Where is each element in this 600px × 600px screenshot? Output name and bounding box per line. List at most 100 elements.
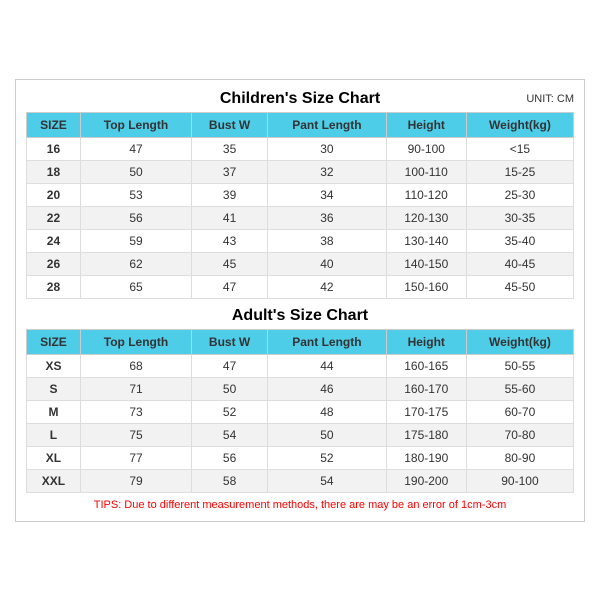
- table-cell: 71: [80, 377, 191, 400]
- table-cell: 43: [192, 229, 268, 252]
- children-col-weight: Weight(kg): [466, 112, 573, 137]
- table-cell: 53: [80, 183, 191, 206]
- table-cell: 24: [27, 229, 81, 252]
- table-cell: 52: [268, 446, 386, 469]
- tips-text: TIPS: Due to different measurement metho…: [26, 499, 574, 511]
- adult-thead: SIZE Top Length Bust W Pant Length Heigh…: [27, 329, 574, 354]
- table-cell: 60-70: [466, 400, 573, 423]
- table-row: XS684744160-16550-55: [27, 354, 574, 377]
- adult-col-weight: Weight(kg): [466, 329, 573, 354]
- table-cell: 56: [80, 206, 191, 229]
- table-cell: M: [27, 400, 81, 423]
- table-cell: 40-45: [466, 252, 573, 275]
- table-cell: <15: [466, 137, 573, 160]
- table-row: L755450175-18070-80: [27, 423, 574, 446]
- table-row: S715046160-17055-60: [27, 377, 574, 400]
- table-cell: 50: [268, 423, 386, 446]
- table-cell: 160-170: [386, 377, 466, 400]
- table-row: XL775652180-19080-90: [27, 446, 574, 469]
- table-cell: L: [27, 423, 81, 446]
- table-cell: 77: [80, 446, 191, 469]
- table-cell: 40: [268, 252, 386, 275]
- adult-col-pant: Pant Length: [268, 329, 386, 354]
- table-cell: 48: [268, 400, 386, 423]
- table-cell: XL: [27, 446, 81, 469]
- table-cell: 44: [268, 354, 386, 377]
- table-cell: 32: [268, 160, 386, 183]
- table-cell: 75: [80, 423, 191, 446]
- table-cell: XS: [27, 354, 81, 377]
- table-row: 24594338130-14035-40: [27, 229, 574, 252]
- table-cell: 50: [80, 160, 191, 183]
- table-cell: 50-55: [466, 354, 573, 377]
- table-cell: XXL: [27, 469, 81, 492]
- table-cell: 22: [27, 206, 81, 229]
- table-cell: 15-25: [466, 160, 573, 183]
- table-cell: 170-175: [386, 400, 466, 423]
- table-cell: 68: [80, 354, 191, 377]
- adult-col-top: Top Length: [80, 329, 191, 354]
- table-cell: 46: [268, 377, 386, 400]
- table-cell: 79: [80, 469, 191, 492]
- size-chart-container: Children's Size Chart UNIT: CM SIZE Top …: [15, 79, 585, 522]
- table-cell: 54: [268, 469, 386, 492]
- table-cell: 39: [192, 183, 268, 206]
- table-cell: 110-120: [386, 183, 466, 206]
- children-title-row: Children's Size Chart UNIT: CM: [26, 90, 574, 108]
- table-cell: 42: [268, 275, 386, 298]
- table-cell: 90-100: [386, 137, 466, 160]
- table-cell: 130-140: [386, 229, 466, 252]
- adult-title: Adult's Size Chart: [232, 307, 368, 325]
- children-col-height: Height: [386, 112, 466, 137]
- table-cell: 26: [27, 252, 81, 275]
- table-cell: 150-160: [386, 275, 466, 298]
- table-cell: 54: [192, 423, 268, 446]
- table-cell: 25-30: [466, 183, 573, 206]
- table-cell: 41: [192, 206, 268, 229]
- table-row: 20533934110-12025-30: [27, 183, 574, 206]
- table-cell: 28: [27, 275, 81, 298]
- table-cell: 65: [80, 275, 191, 298]
- children-tbody: 1647353090-100<1518503732100-11015-25205…: [27, 137, 574, 298]
- table-cell: 45: [192, 252, 268, 275]
- table-row: 1647353090-100<15: [27, 137, 574, 160]
- table-cell: 70-80: [466, 423, 573, 446]
- children-col-pant: Pant Length: [268, 112, 386, 137]
- adult-tbody: XS684744160-16550-55S715046160-17055-60M…: [27, 354, 574, 492]
- table-row: M735248170-17560-70: [27, 400, 574, 423]
- children-col-size: SIZE: [27, 112, 81, 137]
- table-cell: 47: [192, 275, 268, 298]
- table-cell: 59: [80, 229, 191, 252]
- adult-table: SIZE Top Length Bust W Pant Length Heigh…: [26, 329, 574, 493]
- table-cell: 47: [192, 354, 268, 377]
- table-cell: 52: [192, 400, 268, 423]
- table-cell: 38: [268, 229, 386, 252]
- table-cell: 73: [80, 400, 191, 423]
- table-cell: 37: [192, 160, 268, 183]
- table-cell: 20: [27, 183, 81, 206]
- table-cell: 180-190: [386, 446, 466, 469]
- adult-title-row: Adult's Size Chart: [26, 307, 574, 325]
- table-cell: 120-130: [386, 206, 466, 229]
- adult-section: Adult's Size Chart SIZE Top Length Bust …: [26, 307, 574, 493]
- table-cell: 30-35: [466, 206, 573, 229]
- table-cell: 190-200: [386, 469, 466, 492]
- table-cell: 160-165: [386, 354, 466, 377]
- adult-col-bust: Bust W: [192, 329, 268, 354]
- table-row: XXL795854190-20090-100: [27, 469, 574, 492]
- table-cell: 45-50: [466, 275, 573, 298]
- table-row: 26624540140-15040-45: [27, 252, 574, 275]
- table-cell: 18: [27, 160, 81, 183]
- children-table: SIZE Top Length Bust W Pant Length Heigh…: [26, 112, 574, 299]
- table-row: 28654742150-16045-50: [27, 275, 574, 298]
- children-header-row: SIZE Top Length Bust W Pant Length Heigh…: [27, 112, 574, 137]
- table-cell: 56: [192, 446, 268, 469]
- table-cell: 175-180: [386, 423, 466, 446]
- table-cell: 30: [268, 137, 386, 160]
- adult-col-height: Height: [386, 329, 466, 354]
- table-cell: 100-110: [386, 160, 466, 183]
- table-cell: 34: [268, 183, 386, 206]
- table-cell: 55-60: [466, 377, 573, 400]
- children-col-bust: Bust W: [192, 112, 268, 137]
- adult-col-size: SIZE: [27, 329, 81, 354]
